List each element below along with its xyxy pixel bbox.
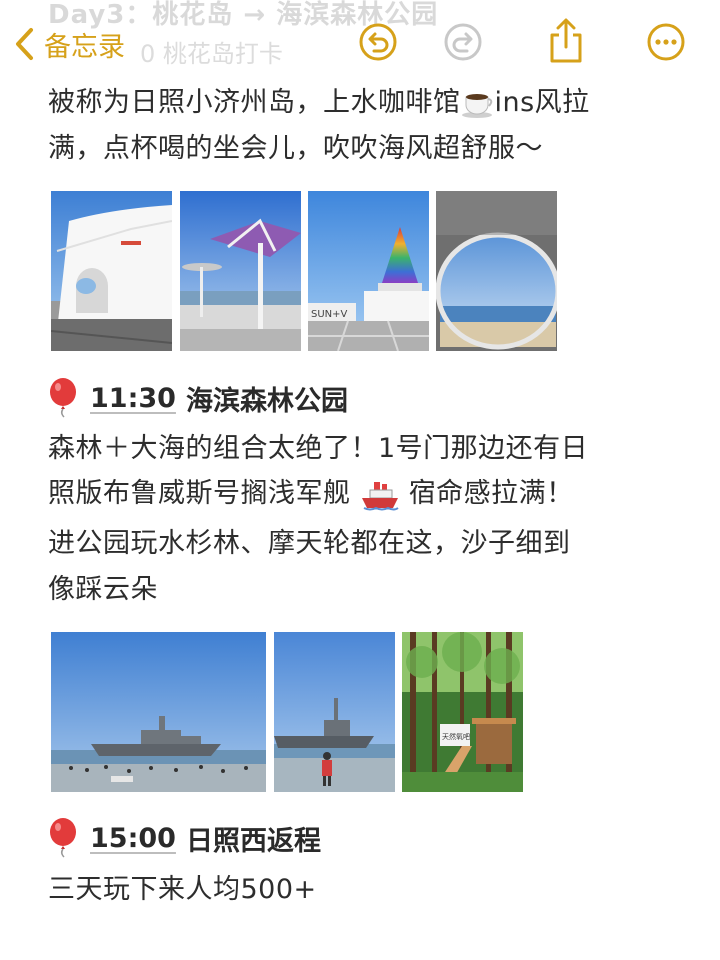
note-text-line: 满，点杯喝的坐会儿，吹吹海风超舒服～ bbox=[48, 133, 543, 164]
section-heading-return: 15:00 日照西返程 bbox=[48, 818, 321, 858]
note-text-line: 森林＋大海的组合太绝了！1号门那边还有日 bbox=[48, 433, 589, 464]
photo-warship-person[interactable] bbox=[274, 632, 395, 792]
time-label: 11:30 bbox=[90, 382, 176, 414]
undo-icon[interactable] bbox=[358, 22, 398, 62]
share-icon[interactable] bbox=[546, 18, 586, 64]
photo-white-building[interactable] bbox=[51, 191, 172, 351]
time-label: 15:00 bbox=[90, 822, 176, 854]
photo-sign-text: SUN+V bbox=[311, 309, 348, 320]
text-fragment: 宿命感拉满！ bbox=[408, 478, 574, 509]
more-icon[interactable] bbox=[646, 22, 686, 62]
note-text-line: 三天玩下来人均500+ bbox=[48, 874, 317, 905]
navigation-bar: 备忘录 bbox=[0, 0, 720, 84]
photo-forest[interactable]: 天然氧吧 bbox=[402, 632, 523, 792]
text-fragment: 被称为日照小济州岛，上水咖啡馆 bbox=[48, 87, 461, 118]
photo-umbrella-pier[interactable] bbox=[180, 191, 301, 351]
text-fragment: ins风拉 bbox=[494, 87, 590, 118]
photo-warship-beach-wide[interactable] bbox=[51, 632, 266, 792]
note-text-line: 被称为日照小济州岛，上水咖啡馆 ins风拉 bbox=[48, 80, 590, 125]
text-fragment: 照版布鲁威斯号搁浅军舰 bbox=[48, 478, 351, 509]
note-text-line: 像踩云朵 bbox=[48, 574, 158, 605]
section-title: 海滨森林公园 bbox=[185, 385, 348, 417]
note-text-line: 进公园玩水杉林、摩天轮都在这，沙子细到 bbox=[48, 528, 571, 559]
chevron-left-icon bbox=[16, 28, 33, 60]
balloon-icon bbox=[50, 378, 76, 418]
redo-icon[interactable] bbox=[443, 22, 483, 62]
photo-sign-text: 天然氧吧 bbox=[442, 732, 470, 741]
balloon-icon bbox=[50, 818, 76, 858]
note-text-line: 照版布鲁威斯号搁浅军舰 宿命感拉满！ bbox=[48, 471, 574, 516]
photo-lighthouse[interactable]: SUN+V bbox=[308, 191, 429, 351]
back-label: 备忘录 bbox=[44, 31, 125, 63]
section-title: 日照西返程 bbox=[185, 825, 321, 857]
ship-icon bbox=[361, 481, 399, 510]
back-button[interactable]: 备忘录 bbox=[14, 24, 125, 64]
section-heading-forest-park: 11:30 海滨森林公园 bbox=[48, 378, 348, 418]
coffee-icon bbox=[461, 93, 492, 118]
photo-round-window[interactable] bbox=[436, 191, 557, 351]
